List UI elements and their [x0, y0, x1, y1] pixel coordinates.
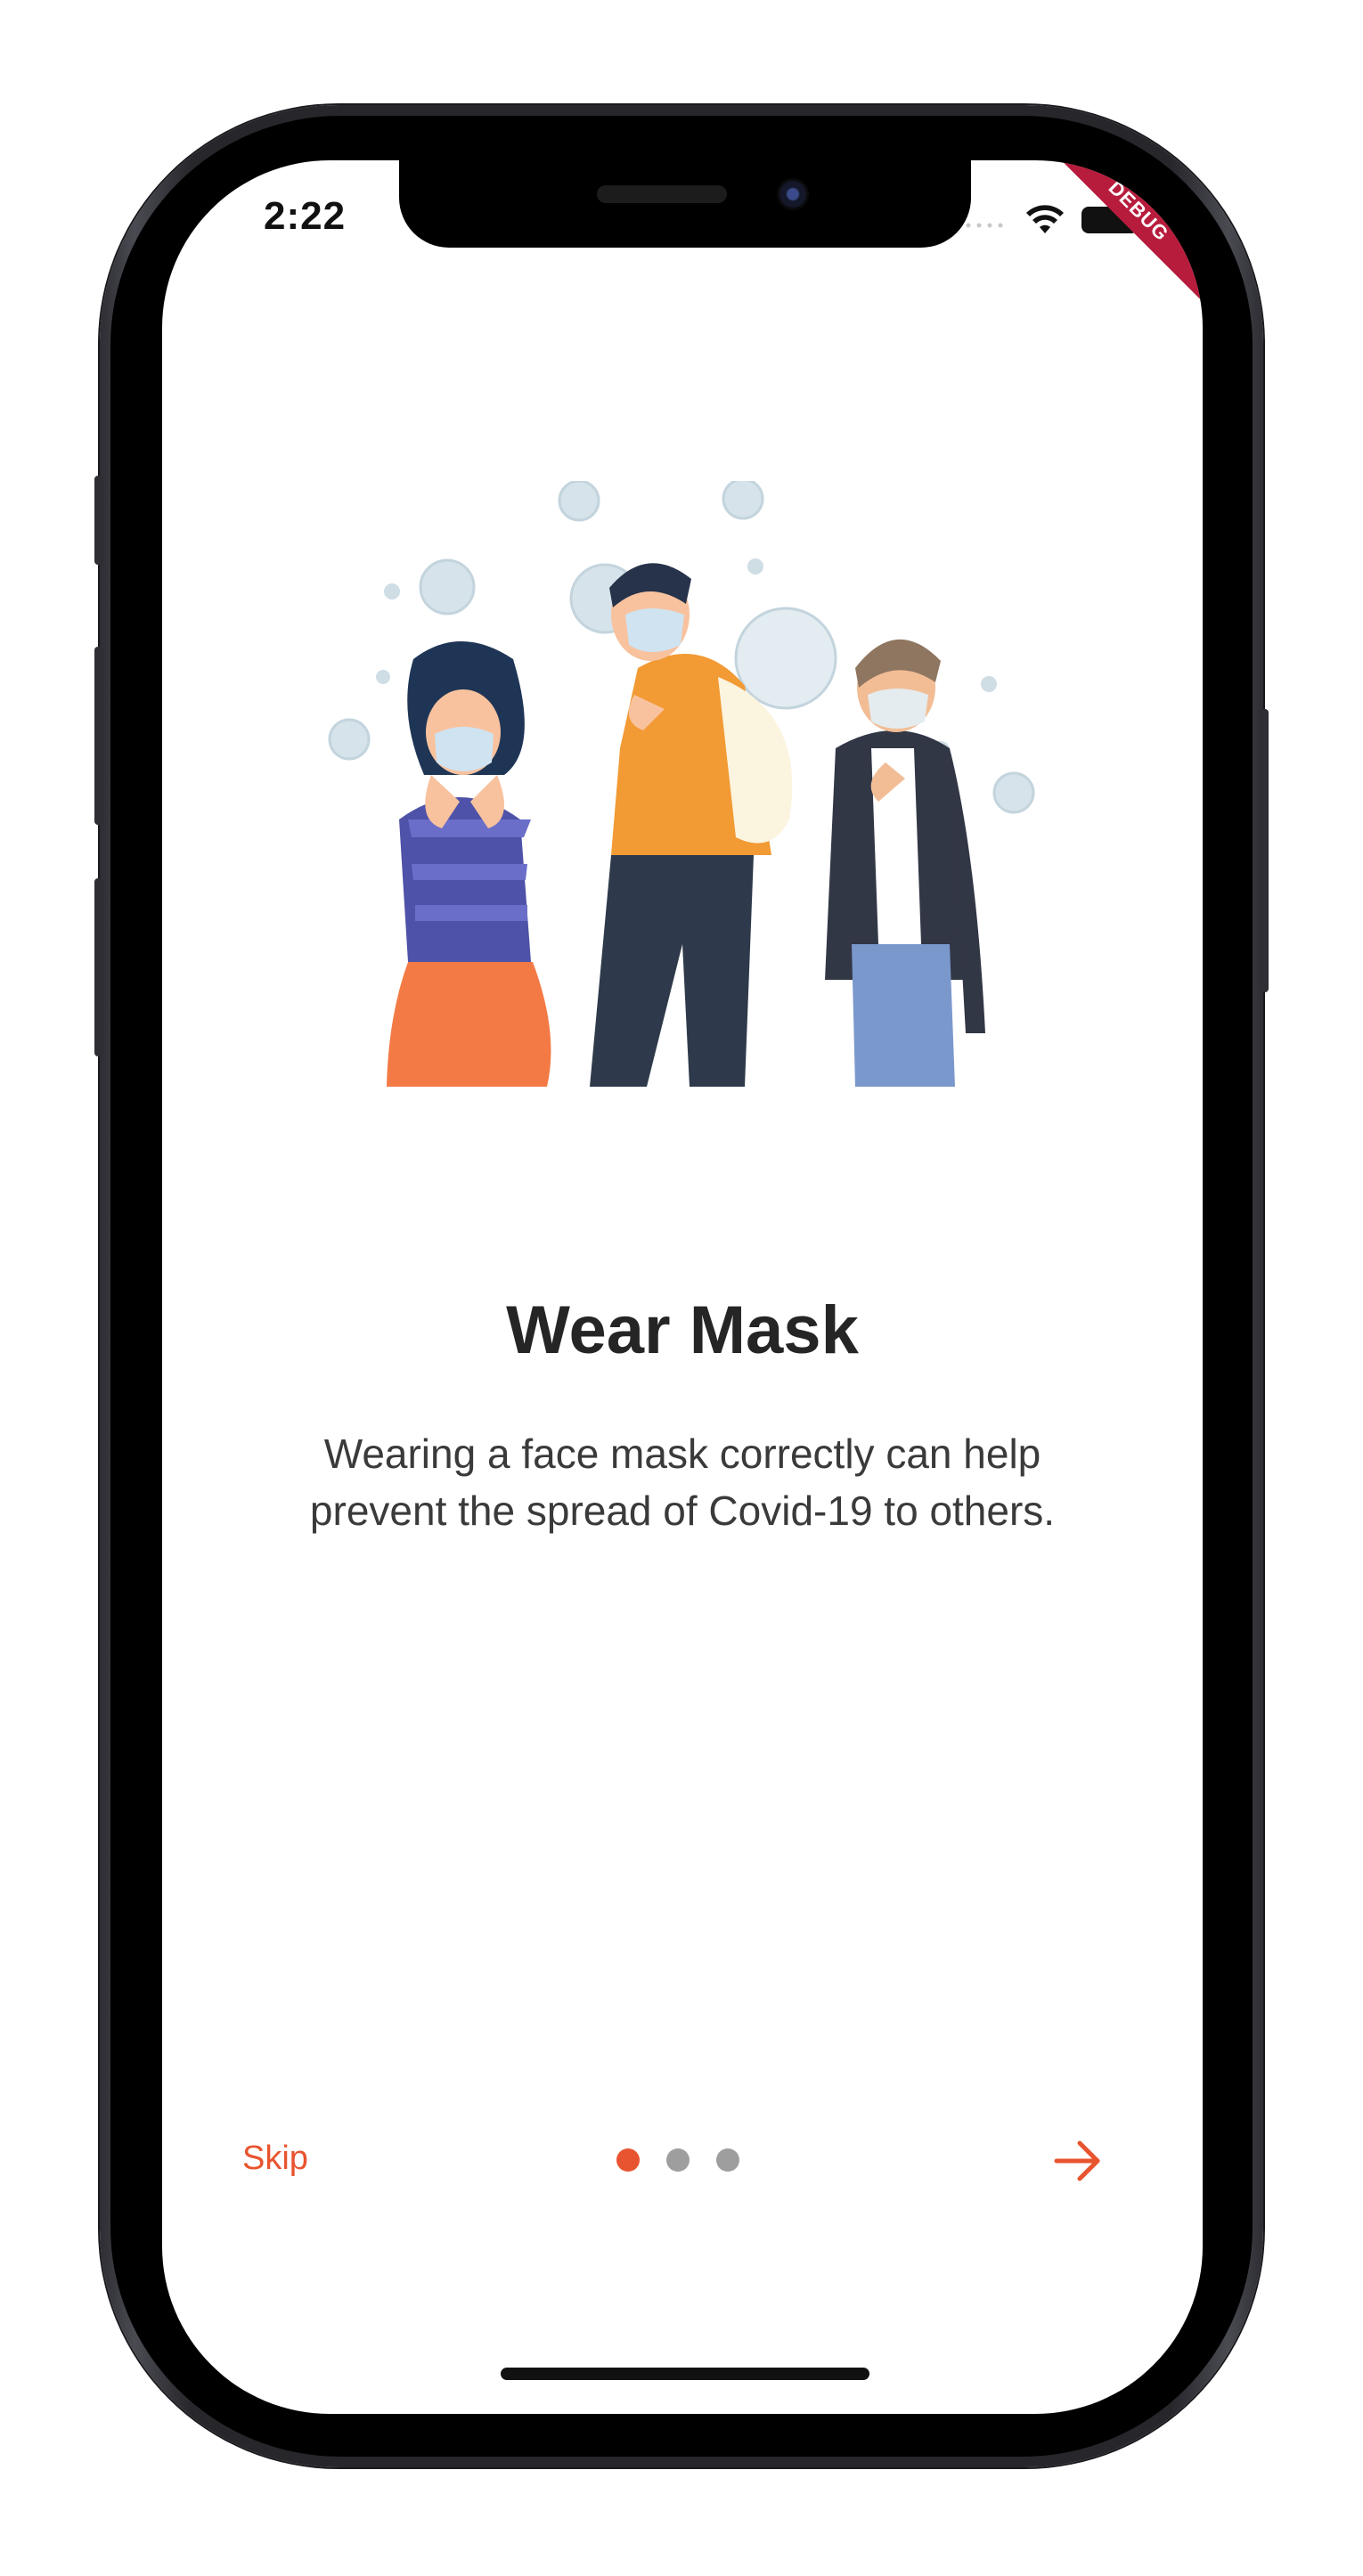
volume-down-button: [94, 878, 103, 1056]
home-indicator[interactable]: [501, 2368, 869, 2380]
people-wearing-masks-illustration: [328, 481, 1035, 1087]
man-dark-jacket-icon: [825, 639, 985, 1087]
silent-switch: [94, 476, 103, 565]
speaker-grille: [597, 185, 727, 203]
front-camera: [777, 178, 809, 210]
onboarding-description: Wearing a face mask correctly can help p…: [309, 1431, 1056, 1534]
page-dot: [666, 2148, 690, 2172]
notch: [399, 160, 971, 248]
skip-button[interactable]: Skip: [242, 2140, 308, 2178]
app-screen: 2:22 DEBUG Wear Mask Wearing a face mask…: [162, 160, 1203, 2414]
status-time: 2:22: [264, 194, 347, 238]
power-button: [1260, 709, 1269, 992]
volume-up-button: [94, 647, 103, 825]
device-mockup: 2:22 DEBUG Wear Mask Wearing a face mask…: [0, 0, 1363, 2576]
page-indicator: [616, 2148, 759, 2175]
wifi-icon: [1026, 205, 1064, 233]
arrow-right-icon[interactable]: [1051, 2136, 1105, 2186]
onboarding-title: Wear Mask: [506, 1292, 859, 1368]
page-dot-active: [616, 2148, 640, 2172]
page-dot: [716, 2148, 739, 2172]
woman-figure-icon: [387, 641, 551, 1087]
